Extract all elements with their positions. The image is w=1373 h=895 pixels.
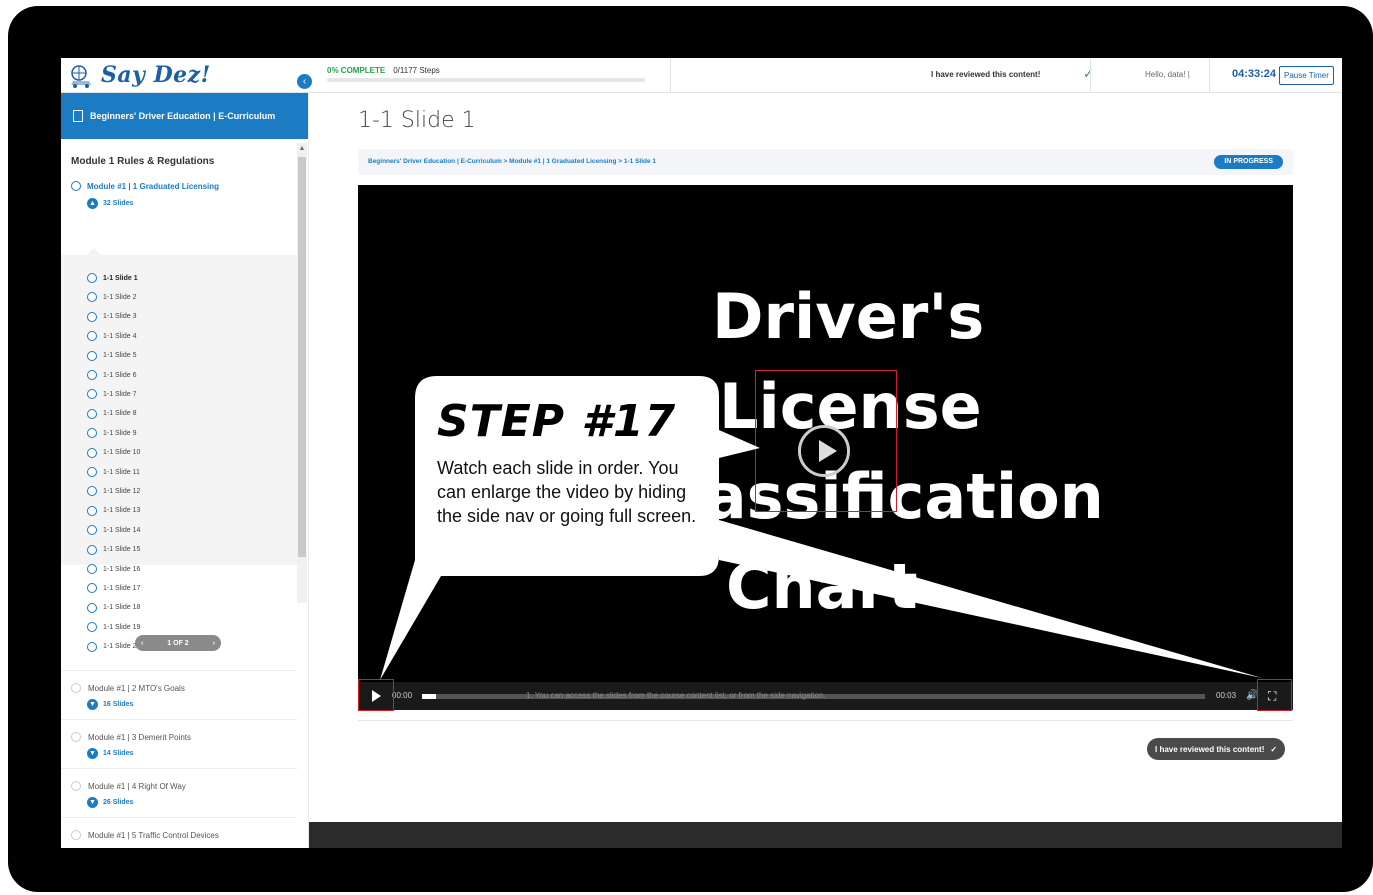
callout-title: STEP #17 bbox=[437, 396, 677, 447]
callout-content: STEP #17 Watch each slide in order. You … bbox=[415, 376, 719, 576]
callout-text: Watch each slide in order. You can enlar… bbox=[437, 458, 697, 526]
